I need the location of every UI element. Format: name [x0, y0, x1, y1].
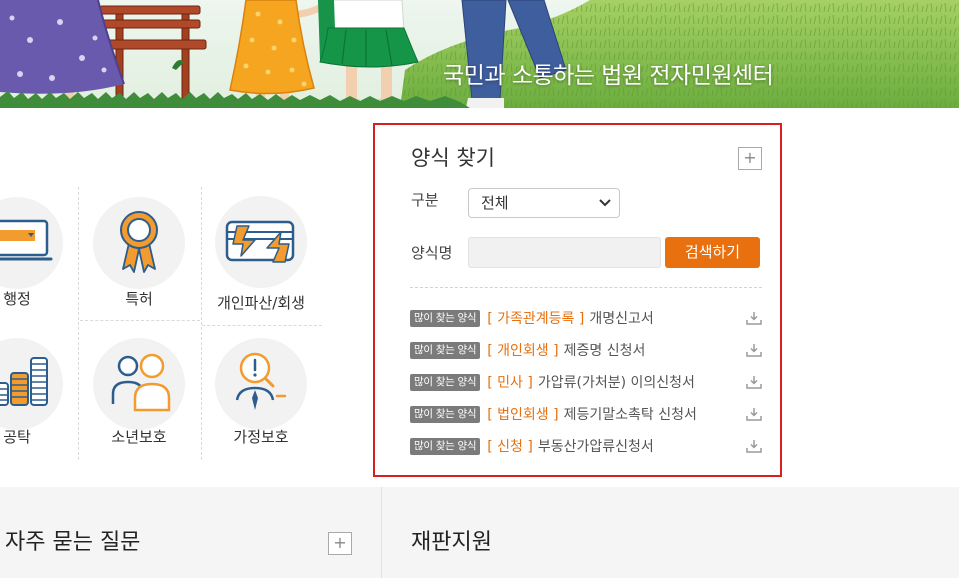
- division-label: 구분: [411, 191, 439, 209]
- category-icon-circle: [93, 197, 185, 289]
- search-button[interactable]: 검색하기: [665, 237, 760, 268]
- list-item[interactable]: 많이 찾는 양식 [ 법인회생 ] 제등기말소촉탁 신청서: [410, 398, 762, 430]
- faq-title: 자주 묻는 질문: [5, 530, 141, 555]
- category-label: 공탁: [3, 428, 31, 446]
- list-item[interactable]: 많이 찾는 양식 [ 가족관계등록 ] 개명신고서: [410, 302, 762, 334]
- download-icon[interactable]: [746, 343, 762, 357]
- download-icon[interactable]: [746, 439, 762, 453]
- list-item[interactable]: 많이 찾는 양식 [ 민사 ] 가압류(가처분) 이의신청서: [410, 366, 762, 398]
- magnifier-person-icon: [235, 352, 287, 410]
- card-exchange-icon: [225, 220, 295, 263]
- top-banner: 국민과 소통하는 법원 전자민원센터: [0, 0, 959, 108]
- form-search-more-button[interactable]: +: [738, 147, 762, 170]
- category-item-bankruptcy[interactable]: 개인파산/회생: [201, 196, 321, 326]
- popular-badge: 많이 찾는 양식: [410, 341, 481, 359]
- category-item-family[interactable]: 가정보호: [201, 338, 321, 468]
- category-item-deposit[interactable]: 공탁: [0, 338, 77, 468]
- banner-illustration: [0, 0, 959, 108]
- category-icon-circle: [215, 338, 307, 430]
- form-name-input[interactable]: [468, 237, 661, 268]
- trial-support-title: 재판지원: [411, 530, 492, 555]
- form-category[interactable]: [ 가족관계등록 ]: [487, 308, 584, 328]
- plus-icon: +: [333, 533, 347, 552]
- form-title[interactable]: 개명신고서: [589, 308, 653, 328]
- form-search-panel: 양식 찾기 + 구분 전체 양식명 검색하기 많이 찾는 양식 [ 가족관계등록…: [373, 123, 782, 477]
- plus-icon: +: [743, 148, 757, 167]
- form-category[interactable]: [ 개인회생 ]: [487, 340, 558, 360]
- category-icon-circle: [0, 197, 63, 289]
- download-icon[interactable]: [746, 407, 762, 421]
- form-title[interactable]: 부동산가압류신청서: [538, 436, 654, 456]
- form-title[interactable]: 제등기말소촉탁 신청서: [564, 404, 697, 424]
- category-label: 가정보호: [233, 428, 289, 446]
- category-icon-circle: [0, 338, 63, 430]
- category-label: 행정: [3, 290, 31, 308]
- division-select[interactable]: 전체: [468, 188, 620, 218]
- form-category[interactable]: [ 법인회생 ]: [487, 404, 558, 424]
- form-category[interactable]: [ 신청 ]: [487, 436, 533, 456]
- download-icon[interactable]: [746, 311, 762, 325]
- popular-badge: 많이 찾는 양식: [410, 373, 481, 391]
- form-title[interactable]: 가압류(가처분) 이의신청서: [538, 372, 695, 392]
- category-item-admin[interactable]: 행정: [0, 197, 77, 327]
- form-name-label: 양식명: [411, 244, 453, 262]
- popular-badge: 많이 찾는 양식: [410, 309, 481, 327]
- banner-slogan: 국민과 소통하는 법원 전자민원센터: [443, 63, 774, 89]
- category-label: 개인파산/회생: [217, 294, 305, 312]
- form-category[interactable]: [ 민사 ]: [487, 372, 533, 392]
- coin-stack-icon: [0, 357, 48, 406]
- category-item-patent[interactable]: 특허: [79, 197, 199, 327]
- popular-badge: 많이 찾는 양식: [410, 405, 481, 423]
- category-label: 소년보호: [111, 428, 167, 446]
- form-title[interactable]: 제증명 신청서: [564, 340, 646, 360]
- division-select-wrap: 전체: [468, 188, 620, 218]
- two-people-icon: [111, 353, 171, 412]
- award-medal-icon: [120, 211, 158, 273]
- list-item[interactable]: 많이 찾는 양식 [ 신청 ] 부동산가압류신청서: [410, 430, 762, 462]
- popular-badge: 많이 찾는 양식: [410, 437, 481, 455]
- faq-more-button[interactable]: +: [328, 532, 352, 555]
- form-search-title: 양식 찾기: [411, 146, 495, 170]
- divider: [410, 287, 762, 288]
- monitor-icon: [0, 219, 53, 261]
- divider: [381, 487, 382, 578]
- category-icon-circle: [93, 338, 185, 430]
- category-item-juvenile[interactable]: 소년보호: [79, 338, 199, 468]
- popular-forms-list: 많이 찾는 양식 [ 가족관계등록 ] 개명신고서 많이 찾는 양식 [ 개인회…: [410, 302, 762, 462]
- category-icon-circle: [215, 196, 307, 288]
- list-item[interactable]: 많이 찾는 양식 [ 개인회생 ] 제증명 신청서: [410, 334, 762, 366]
- category-label: 특허: [125, 290, 153, 308]
- download-icon[interactable]: [746, 375, 762, 389]
